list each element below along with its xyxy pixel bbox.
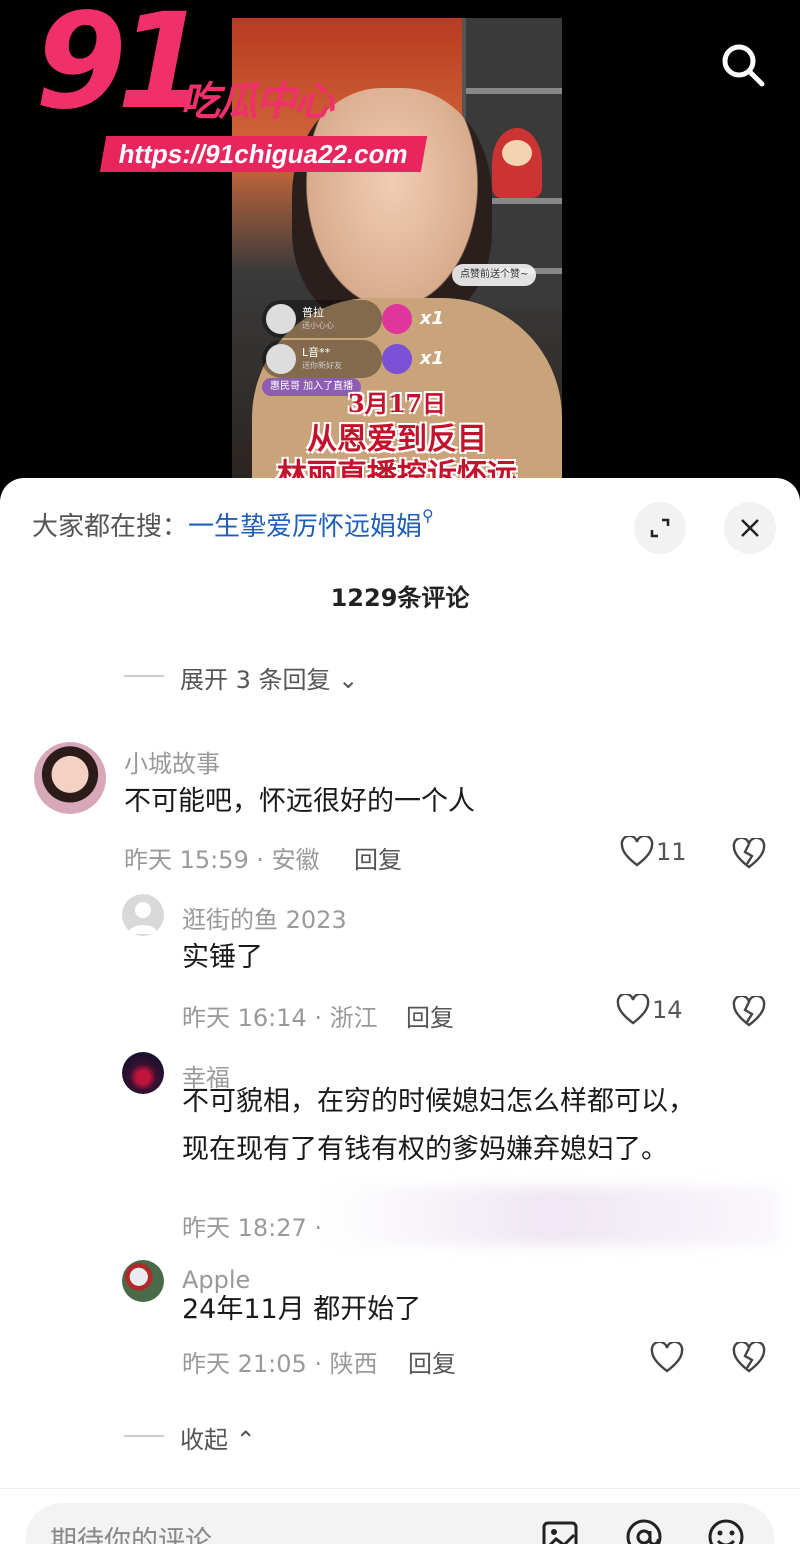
comment-user[interactable]: 小城故事 bbox=[124, 744, 220, 779]
expand-icon bbox=[650, 518, 670, 538]
reply-item: 逛街的鱼 2023 实锤了 昨天 16:14 · 浙江 回复 14 bbox=[0, 894, 800, 1044]
comment-text: 实锤了 bbox=[182, 942, 263, 973]
like-button[interactable]: 11 bbox=[620, 836, 687, 868]
heart-icon bbox=[620, 836, 654, 867]
heart-icon bbox=[650, 1342, 684, 1373]
comment-text-line-2: 现在现有了有钱有权的爹妈嫌弃媳妇了。 bbox=[182, 1134, 668, 1165]
avatar[interactable] bbox=[122, 894, 164, 936]
comments-sheet: 大家都在搜：一生挚爱厉怀远娟娟⚲ 1229条评论 展开 3 条回复 ⌄ 小城故事… bbox=[0, 478, 800, 1544]
comment-item: 小城故事 不可能吧，怀远很好的一个人 昨天 15:59 · 安徽 回复 11 bbox=[0, 738, 800, 888]
close-button[interactable] bbox=[724, 502, 776, 554]
gift-notice: L音** 送你新好友 x1 bbox=[262, 340, 444, 378]
like-button[interactable]: 14 bbox=[616, 994, 683, 1026]
reply-button[interactable]: 回复 bbox=[408, 1344, 456, 1379]
divider bbox=[124, 675, 164, 677]
hot-search[interactable]: 大家都在搜：一生挚爱厉怀远娟娟⚲ bbox=[32, 506, 434, 543]
toy-figure bbox=[492, 128, 542, 198]
at-icon bbox=[626, 1519, 662, 1544]
broken-heart-icon bbox=[732, 996, 766, 1027]
watermark-url: https://91chigua22.com bbox=[99, 136, 428, 172]
hot-search-keyword[interactable]: 一生挚爱厉怀远娟娟 bbox=[188, 512, 422, 542]
gift-user: L音** bbox=[302, 346, 331, 359]
chevron-down-icon: ⌄ bbox=[338, 666, 359, 694]
comment-meta: 昨天 18:27 · bbox=[182, 1214, 323, 1242]
heart-gift-icon bbox=[382, 304, 412, 334]
heart-icon bbox=[616, 994, 650, 1025]
gift-notice: 普拉 送小心心 x1 bbox=[262, 300, 444, 338]
watermark-name: 吃瓜中心 bbox=[180, 79, 334, 125]
blurred-overlay bbox=[320, 1186, 780, 1246]
default-avatar-icon bbox=[128, 902, 158, 934]
comment-input[interactable]: 期待你的评论 bbox=[26, 1503, 774, 1544]
comment-text: 24年11月 都开始了 bbox=[182, 1294, 422, 1325]
comment-placeholder: 期待你的评论 bbox=[50, 1526, 212, 1544]
collapse-label: 收起 bbox=[180, 1426, 228, 1454]
comment-text-line-1: 不可貌相，在穷的时候媳妇怎么样都可以， bbox=[182, 1086, 695, 1117]
video-area[interactable]: 点赞前送个赞~ 普拉 送小心心 x1 L音** 送你新好友 x1 惠民哥 加入了… bbox=[0, 0, 800, 500]
mention-button[interactable] bbox=[624, 1517, 664, 1544]
badge-gift-icon bbox=[382, 344, 412, 374]
close-icon bbox=[741, 519, 759, 537]
like-button[interactable] bbox=[650, 1342, 686, 1374]
comment-input-bar: 期待你的评论 bbox=[0, 1488, 800, 1544]
reply-button[interactable]: 回复 bbox=[354, 840, 402, 875]
search-icon bbox=[722, 44, 765, 87]
broken-heart-icon bbox=[732, 1342, 766, 1373]
comment-meta: 昨天 15:59 · 安徽 bbox=[124, 846, 320, 874]
dislike-button[interactable] bbox=[732, 1342, 766, 1374]
image-icon bbox=[542, 1521, 578, 1544]
hot-search-prefix: 大家都在搜： bbox=[32, 512, 189, 542]
gift-avatar bbox=[266, 304, 296, 334]
watermark-number: 91 bbox=[35, 0, 209, 139]
like-count: 11 bbox=[656, 838, 687, 866]
comment-meta: 昨天 16:14 · 浙江 bbox=[182, 1004, 378, 1032]
chevron-up-icon: ⌃ bbox=[235, 1426, 256, 1454]
comment-meta: 昨天 21:05 · 陕西 bbox=[182, 1350, 378, 1378]
avatar[interactable] bbox=[122, 1052, 164, 1094]
expand-button[interactable] bbox=[634, 502, 686, 554]
gift-count: x1 bbox=[419, 348, 444, 369]
sticker-tag: 点赞前送个赞~ bbox=[452, 264, 537, 286]
emoji-button[interactable] bbox=[706, 1517, 746, 1544]
image-button[interactable] bbox=[540, 1517, 580, 1544]
gift-avatar bbox=[266, 344, 296, 374]
avatar[interactable] bbox=[122, 1260, 164, 1302]
search-button[interactable] bbox=[718, 40, 768, 90]
watermark-logo: 91 吃瓜中心 https://91chigua22.com bbox=[35, 0, 428, 172]
gift-count: x1 bbox=[419, 308, 444, 329]
gift-sub: 送你新好友 bbox=[302, 361, 342, 370]
reply-item: Apple 24年11月 都开始了 昨天 21:05 · 陕西 回复 bbox=[0, 1258, 800, 1408]
gift-user: 普拉 bbox=[302, 306, 324, 319]
emoji-icon bbox=[708, 1519, 744, 1544]
divider bbox=[124, 1435, 164, 1437]
avatar[interactable] bbox=[34, 742, 106, 814]
broken-heart-icon bbox=[732, 838, 766, 869]
comment-user[interactable]: 逛街的鱼 2023 bbox=[182, 900, 347, 935]
dislike-button[interactable] bbox=[732, 996, 766, 1028]
gift-sub: 送小心心 bbox=[302, 321, 334, 330]
search-small-icon: ⚲ bbox=[422, 506, 434, 525]
comment-count: 1229条评论 bbox=[330, 584, 470, 612]
dislike-button[interactable] bbox=[732, 838, 766, 870]
comment-text: 不可能吧，怀远很好的一个人 bbox=[124, 786, 475, 817]
reply-button[interactable]: 回复 bbox=[406, 998, 454, 1033]
caption-line-2: 林丽直播控诉怀远 bbox=[277, 458, 517, 478]
expand-replies-label: 展开 3 条回复 bbox=[180, 666, 331, 694]
like-count: 14 bbox=[652, 996, 683, 1024]
